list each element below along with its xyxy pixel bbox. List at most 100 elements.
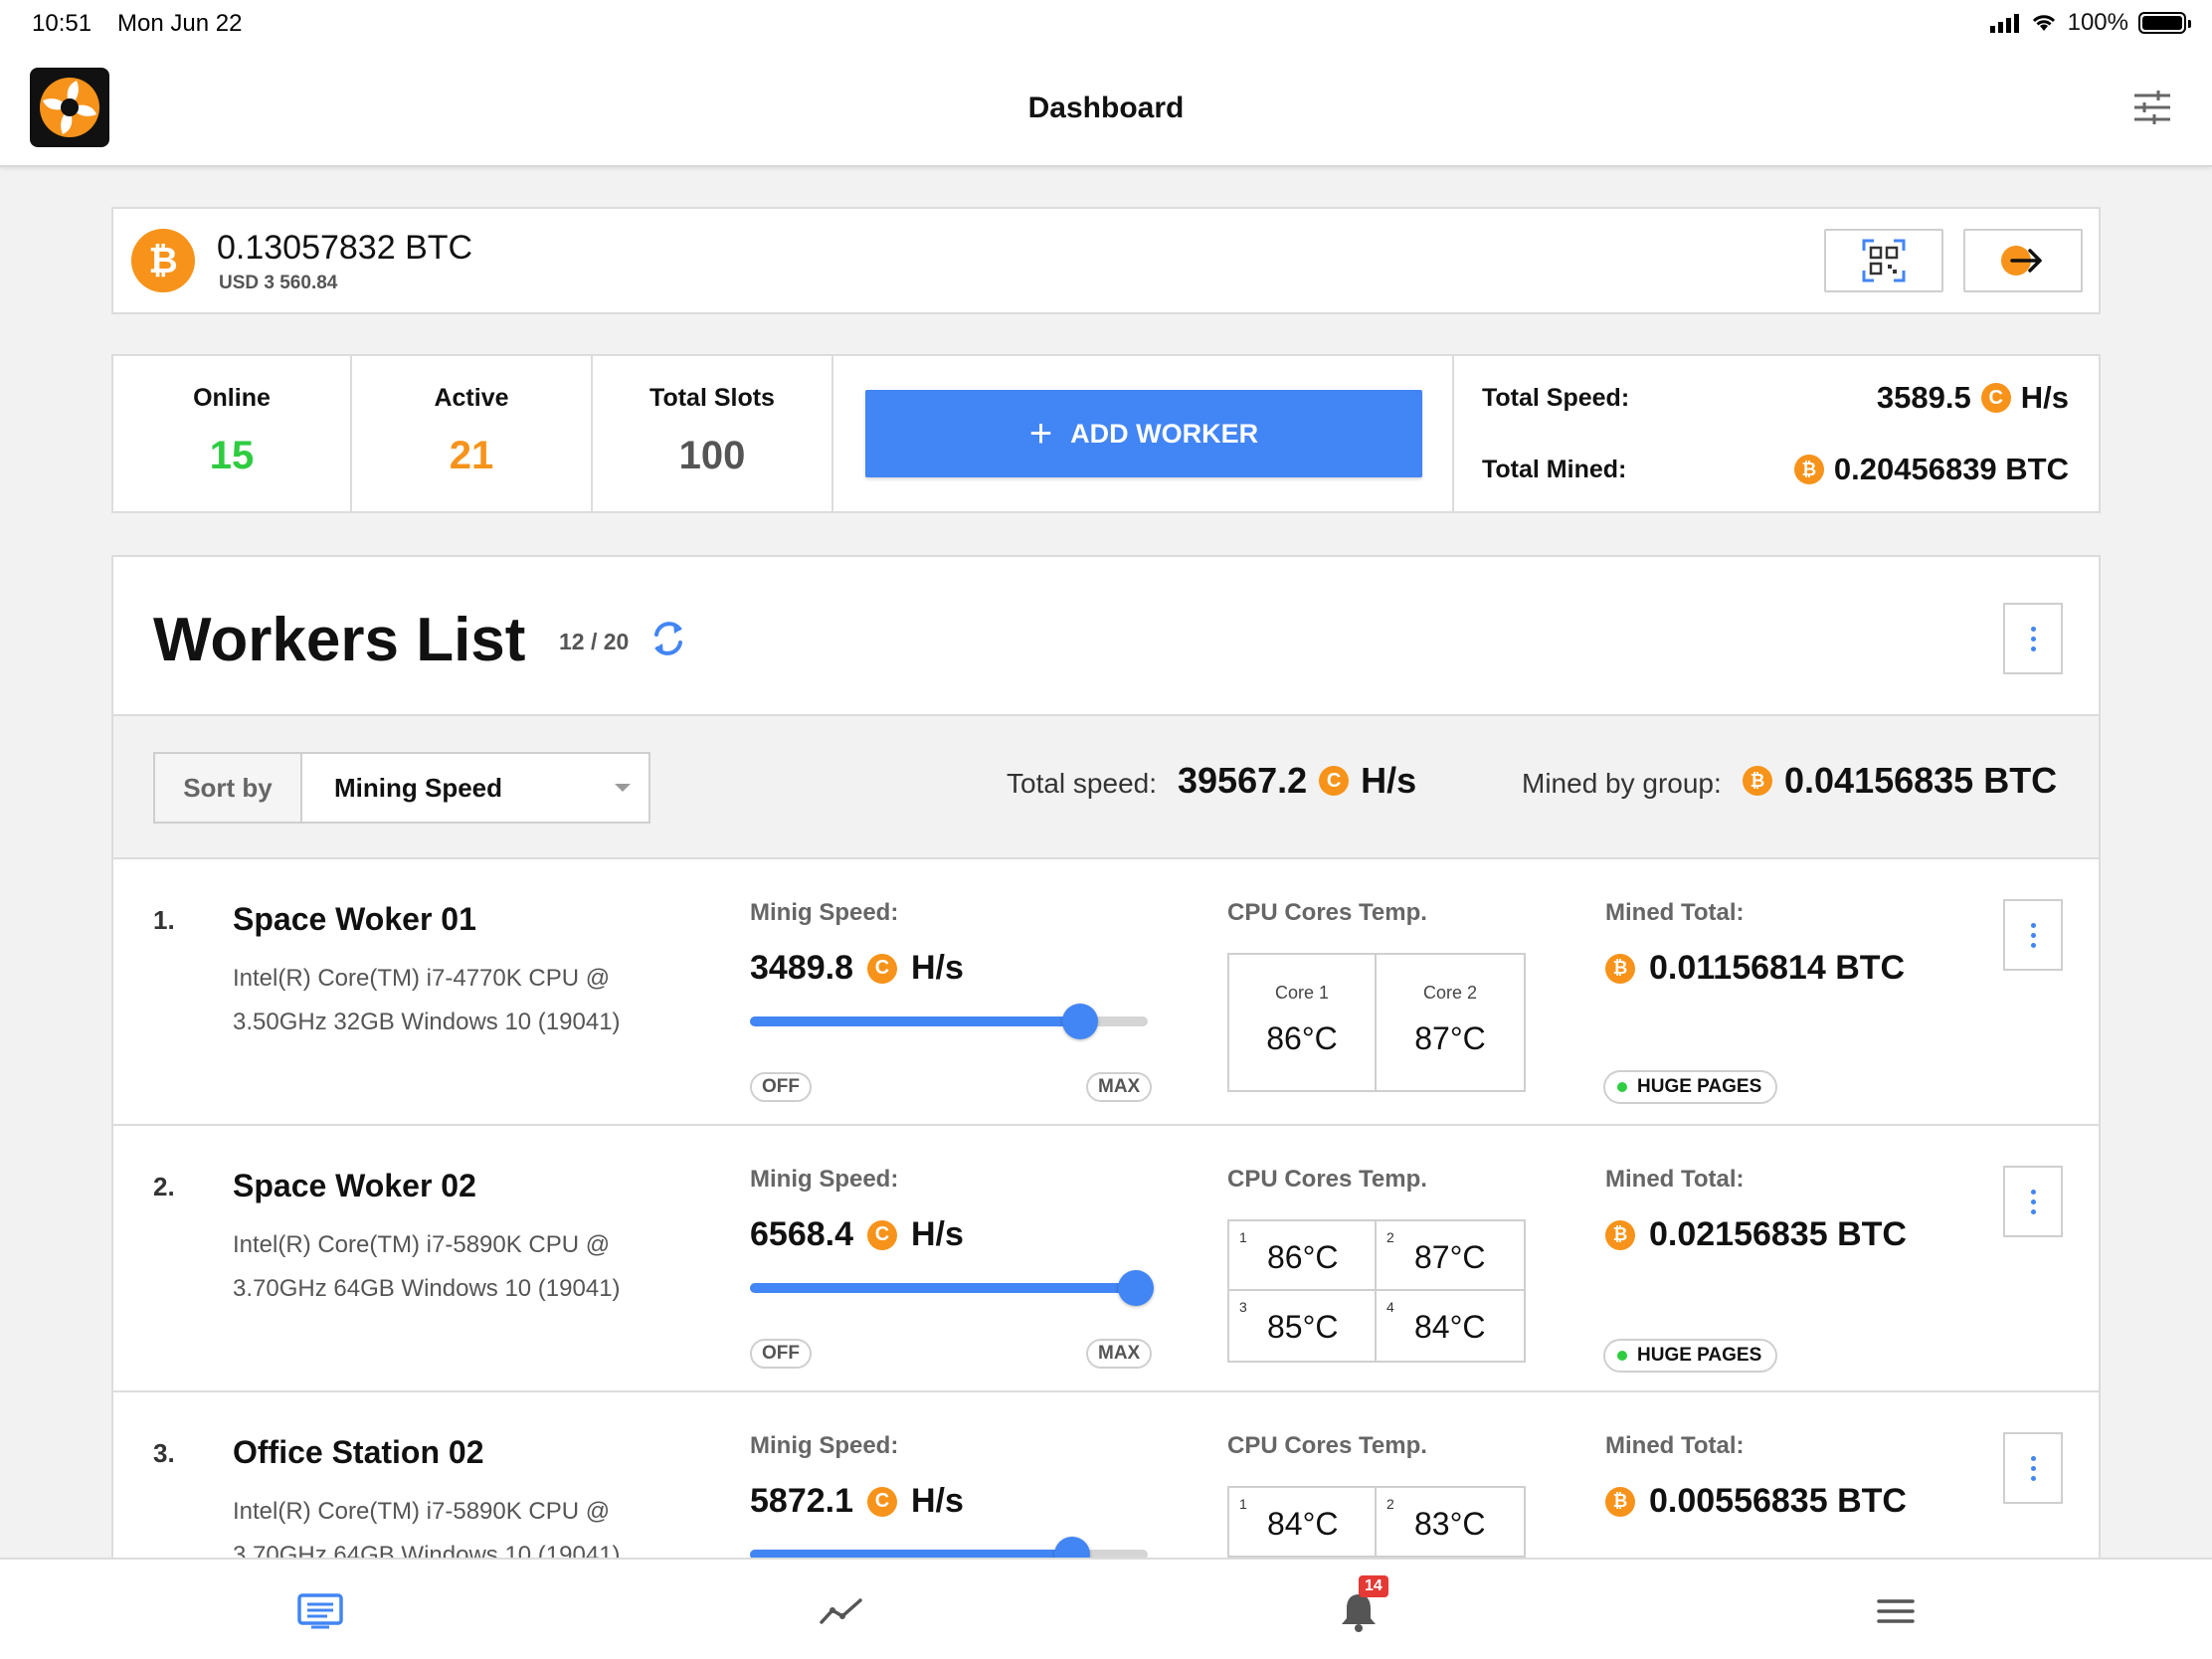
dot-icon — [2030, 636, 2036, 642]
slider-handle[interactable] — [1118, 1270, 1154, 1306]
tab-workers[interactable] — [290, 1587, 350, 1635]
worker-row[interactable]: 1. Space Woker 01 Intel(R) Core(TM) i7-4… — [113, 859, 2099, 1126]
battery-icon — [2138, 12, 2191, 34]
worker-name: Office Station 02 — [233, 1434, 484, 1470]
slider-off-label[interactable]: OFF — [750, 1072, 812, 1102]
mined-label: Mined Total: — [1605, 1432, 1745, 1459]
core-temp: 87°C — [1414, 1239, 1486, 1275]
huge-pages-label: HUGE PAGES — [1637, 1345, 1762, 1366]
status-bar: 10:51 Mon Jun 22 100% — [0, 0, 2212, 48]
battery-percent: 100% — [2067, 9, 2128, 36]
core-temp-cell: 1 86°C — [1229, 1221, 1377, 1291]
plus-icon: + — [1028, 412, 1053, 456]
worker-menu-button[interactable] — [2003, 1166, 2063, 1237]
core-temp-cell: 1 84°C — [1229, 1488, 1377, 1558]
tab-notifications[interactable]: 14 — [1329, 1575, 1388, 1635]
sliders-icon[interactable] — [2132, 88, 2172, 127]
core-temp-cell: 3 85°C — [1229, 1291, 1377, 1361]
chevron-down-icon — [615, 784, 631, 792]
core-name: 2 — [1386, 1229, 1394, 1245]
dot-icon — [2030, 1198, 2036, 1204]
worker-speed: 5872.1 C H/s — [750, 1482, 964, 1521]
app-header: Dashboard — [0, 48, 2212, 167]
mined-by-group-label: Mined by group: — [1522, 768, 1722, 799]
add-worker-button[interactable]: + ADD WORKER — [865, 390, 1422, 477]
send-button[interactable] — [1963, 229, 2083, 292]
slider-max-label[interactable]: MAX — [1086, 1339, 1153, 1369]
bitcoin-icon: ₿ — [131, 229, 195, 292]
menu-icon — [1877, 1599, 1915, 1623]
cpu-temps-grid: 1 84°C 2 83°C — [1227, 1486, 1526, 1560]
workers-list-menu-button[interactable] — [2003, 603, 2063, 674]
total-speed: 3589.5 C H/s — [1877, 380, 2069, 416]
dot-icon — [2030, 932, 2036, 938]
speed-slider[interactable] — [750, 1004, 1148, 1039]
qr-code-button[interactable] — [1824, 229, 1943, 292]
worker-index: 3. — [153, 1438, 175, 1468]
bottom-tab-bar: 14 — [0, 1558, 2212, 1659]
stats-card: Online 15 Active 21 Total Slots 100 + AD… — [111, 354, 2101, 513]
refresh-icon[interactable] — [648, 617, 688, 660]
worker-row[interactable]: 2. Space Woker 02 Intel(R) Core(TM) i7-5… — [113, 1126, 2099, 1392]
stat-total-slots-label: Total Slots — [649, 384, 775, 412]
status-dot-icon — [1617, 1351, 1627, 1361]
stat-online: Online 15 — [113, 356, 352, 511]
stat-active-label: Active — [434, 384, 509, 412]
stat-online-label: Online — [193, 384, 271, 412]
tab-menu[interactable] — [1866, 1587, 1926, 1635]
workers-list-icon — [297, 1593, 343, 1629]
huge-pages-badge: HUGE PAGES — [1603, 1339, 1778, 1373]
sort-select[interactable]: Sort by Mining Speed — [153, 752, 650, 824]
workers-list-title: Workers List — [153, 606, 526, 674]
core-name: 4 — [1386, 1299, 1394, 1315]
dot-icon — [2030, 645, 2036, 651]
worker-speed-unit: H/s — [911, 949, 964, 987]
notifications-count-badge: 14 — [1359, 1575, 1388, 1597]
core-temp: 86°C — [1267, 1239, 1339, 1275]
stat-online-value: 15 — [209, 434, 255, 477]
dot-icon — [2030, 1455, 2036, 1461]
worker-speed-value: 5872.1 — [750, 1482, 853, 1520]
slider-max-label[interactable]: MAX — [1086, 1072, 1153, 1102]
core-temp-cell: Core 1 86°C — [1229, 955, 1377, 1090]
worker-speed-value: 6568.4 — [750, 1215, 853, 1253]
worker-speed-unit: H/s — [911, 1482, 964, 1520]
cpu-temps-grid: Core 1 86°C Core 2 87°C — [1227, 953, 1526, 1092]
stat-total-slots-value: 100 — [678, 434, 746, 477]
tab-statistics[interactable] — [812, 1587, 871, 1635]
core-temp: 83°C — [1414, 1506, 1486, 1542]
worker-menu-button[interactable] — [2003, 899, 2063, 971]
mined-by-group-value: 0.04156835 BTC — [1784, 760, 2058, 801]
worker-mined-value: 0.01156814 BTC — [1649, 949, 1906, 987]
slider-off-label[interactable]: OFF — [750, 1339, 812, 1369]
group-speed: 39567.2 C H/s — [1178, 760, 1416, 802]
core-name: 3 — [1239, 1299, 1247, 1315]
slider-handle[interactable] — [1062, 1004, 1098, 1039]
worker-menu-button[interactable] — [2003, 1432, 2063, 1504]
worker-mined-value: 0.00556835 BTC — [1649, 1482, 1907, 1520]
stat-active: Active 21 — [352, 356, 593, 511]
slider-fill — [750, 1283, 1136, 1293]
speed-slider[interactable] — [750, 1270, 1154, 1306]
huge-pages-label: HUGE PAGES — [1637, 1076, 1762, 1097]
core-temp-cell: 2 83°C — [1377, 1488, 1524, 1558]
add-worker-label: ADD WORKER — [1070, 418, 1259, 449]
worker-index: 1. — [153, 905, 175, 935]
core-temp: 87°C — [1414, 1020, 1486, 1056]
core-temp: 84°C — [1267, 1506, 1339, 1542]
hashrate-coin-icon: C — [1319, 766, 1350, 796]
worker-name: Space Woker 02 — [233, 1168, 476, 1203]
core-temp-cell: 2 87°C — [1377, 1221, 1524, 1291]
status-date: Mon Jun 22 — [117, 10, 243, 37]
temp-label: CPU Cores Temp. — [1227, 1432, 1427, 1459]
status-indicators: 100% — [1989, 9, 2191, 37]
worker-description: Intel(R) Core(TM) i7-5890K CPU @ 3.70GHz… — [233, 1231, 621, 1302]
total-speed-label: Total Speed: — [1482, 384, 1630, 412]
worker-mined: ₿ 0.02156835 BTC — [1605, 1215, 1907, 1254]
status-dot-icon — [1617, 1082, 1627, 1092]
group-speed-value: 39567.2 — [1178, 760, 1308, 801]
huge-pages-badge: HUGE PAGES — [1603, 1070, 1778, 1104]
total-mined-value: 0.20456839 BTC — [1833, 452, 2069, 486]
total-speed-unit: H/s — [2020, 380, 2069, 415]
worker-speed: 3489.8 C H/s — [750, 949, 964, 988]
